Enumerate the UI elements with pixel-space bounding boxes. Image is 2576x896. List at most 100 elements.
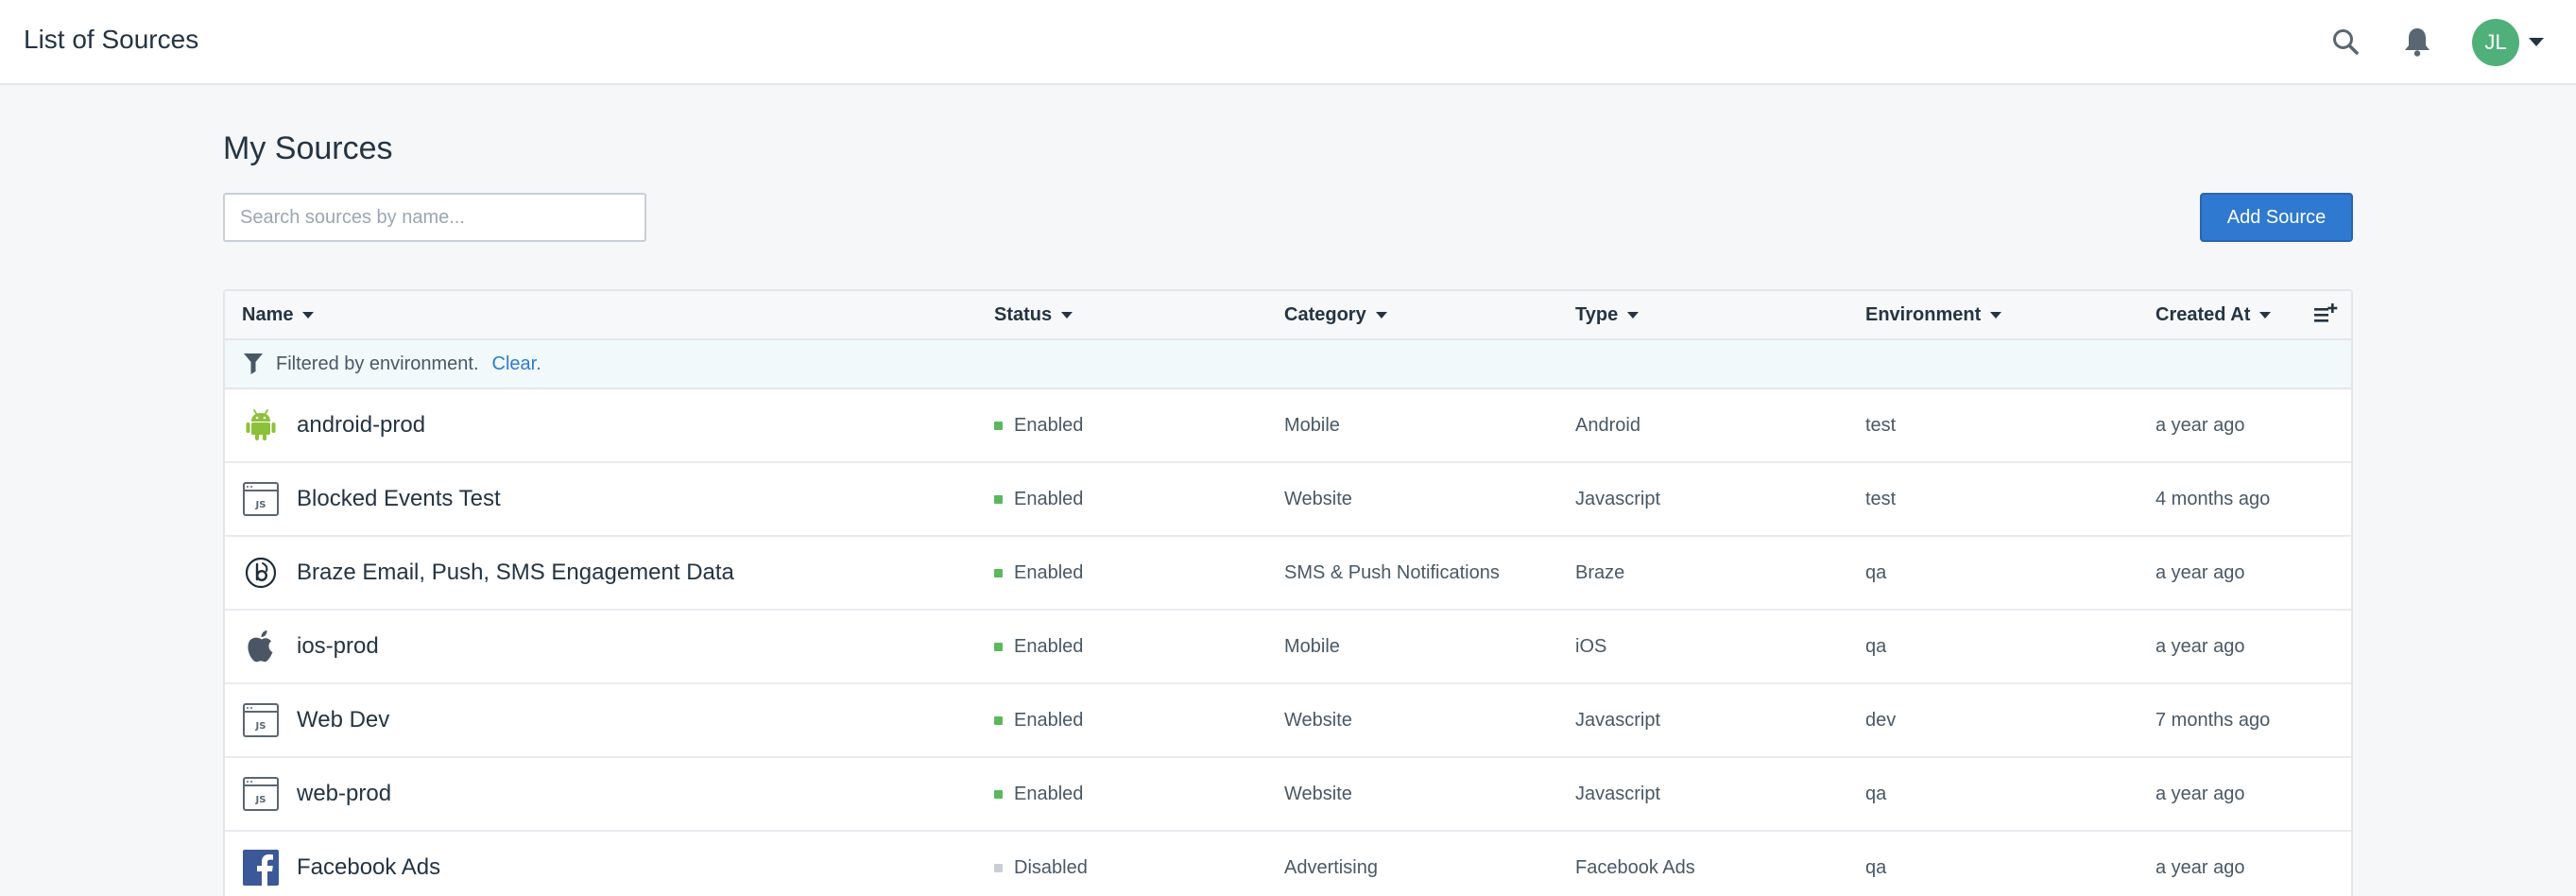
facebook-icon (242, 849, 280, 887)
status-indicator (994, 789, 1003, 799)
column-label: Name (242, 304, 294, 325)
table-row[interactable]: android-prod Enabled Mobile Android test… (225, 389, 2351, 463)
status-indicator (994, 642, 1003, 651)
source-name[interactable]: Blocked Events Test (297, 486, 501, 512)
column-label: Created At (2155, 304, 2251, 325)
javascript-icon: JS (242, 775, 280, 813)
environment-cell: qa (1865, 856, 1887, 878)
environment-cell: dev (1865, 709, 1897, 731)
android-icon (242, 406, 280, 444)
status-cell: Enabled (994, 463, 1083, 535)
svg-text:JS: JS (255, 500, 266, 510)
status-cell: Enabled (994, 684, 1083, 756)
chevron-down-icon[interactable] (2529, 38, 2544, 46)
column-header-created-at[interactable]: Created At (2155, 304, 2272, 326)
source-name[interactable]: Braze Email, Push, SMS Engagement Data (297, 560, 734, 586)
source-name[interactable]: Web Dev (297, 707, 389, 733)
category-cell: Mobile (1284, 635, 1340, 657)
status-indicator (994, 568, 1003, 577)
sort-caret-icon (2259, 312, 2272, 319)
environment-cell: test (1865, 414, 1897, 436)
add-source-button[interactable]: Add Source (2200, 193, 2353, 242)
bell-icon[interactable] (2396, 21, 2438, 62)
clear-filter-link[interactable]: Clear. (492, 353, 541, 375)
column-header-environment[interactable]: Environment (1865, 304, 2002, 326)
sort-caret-icon (1375, 312, 1387, 319)
created-at-cell: a year ago (2155, 783, 2245, 804)
search-icon[interactable] (2325, 21, 2366, 62)
type-cell: Facebook Ads (1575, 856, 1695, 878)
environment-cell: qa (1865, 635, 1887, 657)
category-cell: Website (1284, 709, 1352, 731)
sort-caret-icon (302, 312, 315, 319)
source-name-cell: ios-prod (242, 611, 379, 682)
type-cell: iOS (1575, 635, 1607, 657)
category-cell: Mobile (1284, 414, 1340, 436)
type-cell: Javascript (1575, 709, 1661, 731)
status-indicator (994, 715, 1003, 725)
filter-icon (244, 353, 263, 374)
sort-caret-icon (1627, 312, 1640, 319)
status-text: Enabled (1014, 709, 1084, 731)
status-indicator (994, 421, 1003, 430)
column-header-name[interactable]: Name (242, 304, 315, 326)
category-cell: SMS & Push Notifications (1284, 561, 1500, 583)
filter-banner: Filtered by environment. Clear. (225, 340, 2351, 389)
javascript-icon: JS (242, 701, 280, 739)
table-row[interactable]: JS Web Dev Enabled Website Javascript de… (225, 684, 2351, 758)
status-cell: Enabled (994, 758, 1083, 830)
braze-icon (242, 554, 280, 592)
category-cell: Website (1284, 488, 1352, 509)
source-name-cell: JS Web Dev (242, 684, 389, 756)
sort-caret-icon (1061, 312, 1073, 319)
table-row[interactable]: ios-prod Enabled Mobile iOS qa a year ag… (225, 611, 2351, 684)
apple-icon (242, 628, 280, 665)
avatar[interactable]: JL (2472, 19, 2519, 66)
column-header-status[interactable]: Status (994, 304, 1073, 326)
table-row[interactable]: JS Blocked Events Test Enabled Website J… (225, 463, 2351, 537)
table-header: Name Status Category Type Environment Cr… (225, 291, 2351, 340)
created-at-cell: a year ago (2155, 414, 2245, 436)
column-label: Environment (1865, 304, 1982, 325)
created-at-cell: 4 months ago (2155, 488, 2271, 509)
type-cell: Javascript (1575, 488, 1661, 509)
source-name-cell: android-prod (242, 389, 425, 461)
status-cell: Disabled (994, 832, 1088, 896)
search-input[interactable] (223, 193, 646, 242)
status-text: Enabled (1014, 488, 1084, 509)
source-name[interactable]: ios-prod (297, 633, 379, 660)
svg-text:JS: JS (255, 721, 266, 732)
filter-text: Filtered by environment. (276, 353, 479, 374)
status-text: Enabled (1014, 635, 1084, 657)
table-row[interactable]: JS web-prod Enabled Website Javascript q… (225, 758, 2351, 832)
page-title: My Sources (223, 130, 393, 166)
source-name[interactable]: android-prod (297, 412, 425, 439)
type-cell: Javascript (1575, 783, 1661, 804)
status-text: Disabled (1014, 856, 1088, 878)
environment-cell: qa (1865, 783, 1887, 804)
source-name[interactable]: web-prod (297, 781, 391, 807)
category-cell: Website (1284, 783, 1352, 804)
created-at-cell: a year ago (2155, 856, 2245, 878)
environment-cell: test (1865, 488, 1897, 509)
table-row[interactable]: Facebook Ads Disabled Advertising Facebo… (225, 832, 2351, 896)
status-text: Enabled (1014, 783, 1084, 804)
status-indicator (994, 494, 1003, 504)
svg-text:JS: JS (255, 795, 266, 805)
type-cell: Braze (1575, 561, 1625, 583)
status-cell: Enabled (994, 611, 1083, 682)
environment-cell: qa (1865, 561, 1887, 583)
sort-caret-icon (1990, 312, 2002, 319)
source-name[interactable]: Facebook Ads (297, 854, 440, 881)
source-name-cell: Braze Email, Push, SMS Engagement Data (242, 537, 734, 609)
column-header-category[interactable]: Category (1284, 304, 1387, 326)
column-label: Status (994, 304, 1053, 325)
status-text: Enabled (1014, 561, 1084, 583)
created-at-cell: 7 months ago (2155, 709, 2271, 731)
column-header-type[interactable]: Type (1575, 304, 1640, 326)
category-cell: Advertising (1284, 856, 1378, 878)
top-bar: List of Sources JL (0, 0, 2576, 85)
source-name-cell: Facebook Ads (242, 832, 440, 896)
table-row[interactable]: Braze Email, Push, SMS Engagement Data E… (225, 537, 2351, 611)
column-settings-icon[interactable] (2313, 302, 2338, 325)
